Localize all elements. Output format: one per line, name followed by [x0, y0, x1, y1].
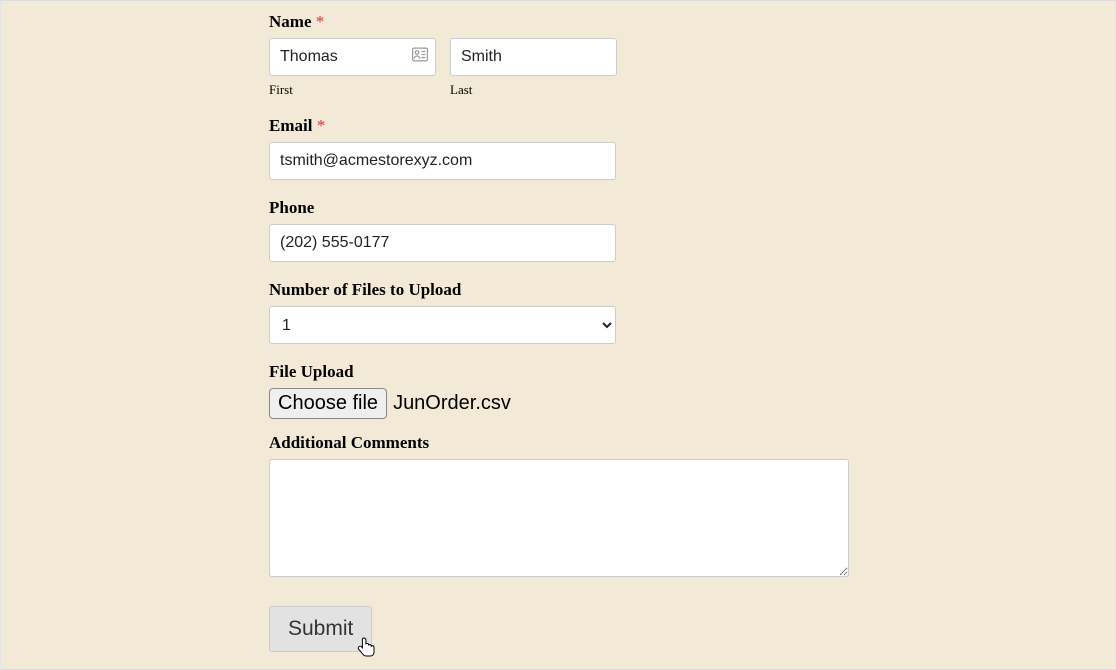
chosen-filename: JunOrder.csv	[391, 392, 511, 415]
required-mark: *	[316, 12, 325, 31]
phone-input[interactable]	[269, 224, 616, 262]
phone-label: Phone	[269, 198, 869, 218]
comments-textarea[interactable]	[269, 459, 849, 577]
required-mark: *	[317, 116, 326, 135]
numfiles-field: Number of Files to Upload 1	[269, 280, 869, 344]
name-field: Name *	[269, 12, 869, 98]
choose-file-button[interactable]: Choose file	[269, 388, 387, 419]
email-label: Email *	[269, 116, 869, 136]
name-label-text: Name	[269, 12, 311, 31]
phone-field: Phone	[269, 198, 869, 262]
submit-button[interactable]: Submit	[269, 606, 372, 652]
form-container: Name *	[269, 1, 869, 652]
name-label: Name *	[269, 12, 869, 32]
numfiles-select[interactable]: 1	[269, 306, 616, 344]
email-label-text: Email	[269, 116, 312, 135]
first-sublabel: First	[269, 82, 436, 98]
email-field: Email *	[269, 116, 869, 180]
email-input[interactable]	[269, 142, 616, 180]
fileupload-label: File Upload	[269, 362, 869, 382]
comments-field: Additional Comments	[269, 433, 869, 582]
fileupload-field: File Upload Choose file JunOrder.csv	[269, 362, 869, 419]
first-name-input[interactable]	[269, 38, 436, 76]
last-name-input[interactable]	[450, 38, 617, 76]
comments-label: Additional Comments	[269, 433, 869, 453]
contact-card-icon	[412, 48, 428, 67]
last-sublabel: Last	[450, 82, 617, 98]
numfiles-label: Number of Files to Upload	[269, 280, 869, 300]
